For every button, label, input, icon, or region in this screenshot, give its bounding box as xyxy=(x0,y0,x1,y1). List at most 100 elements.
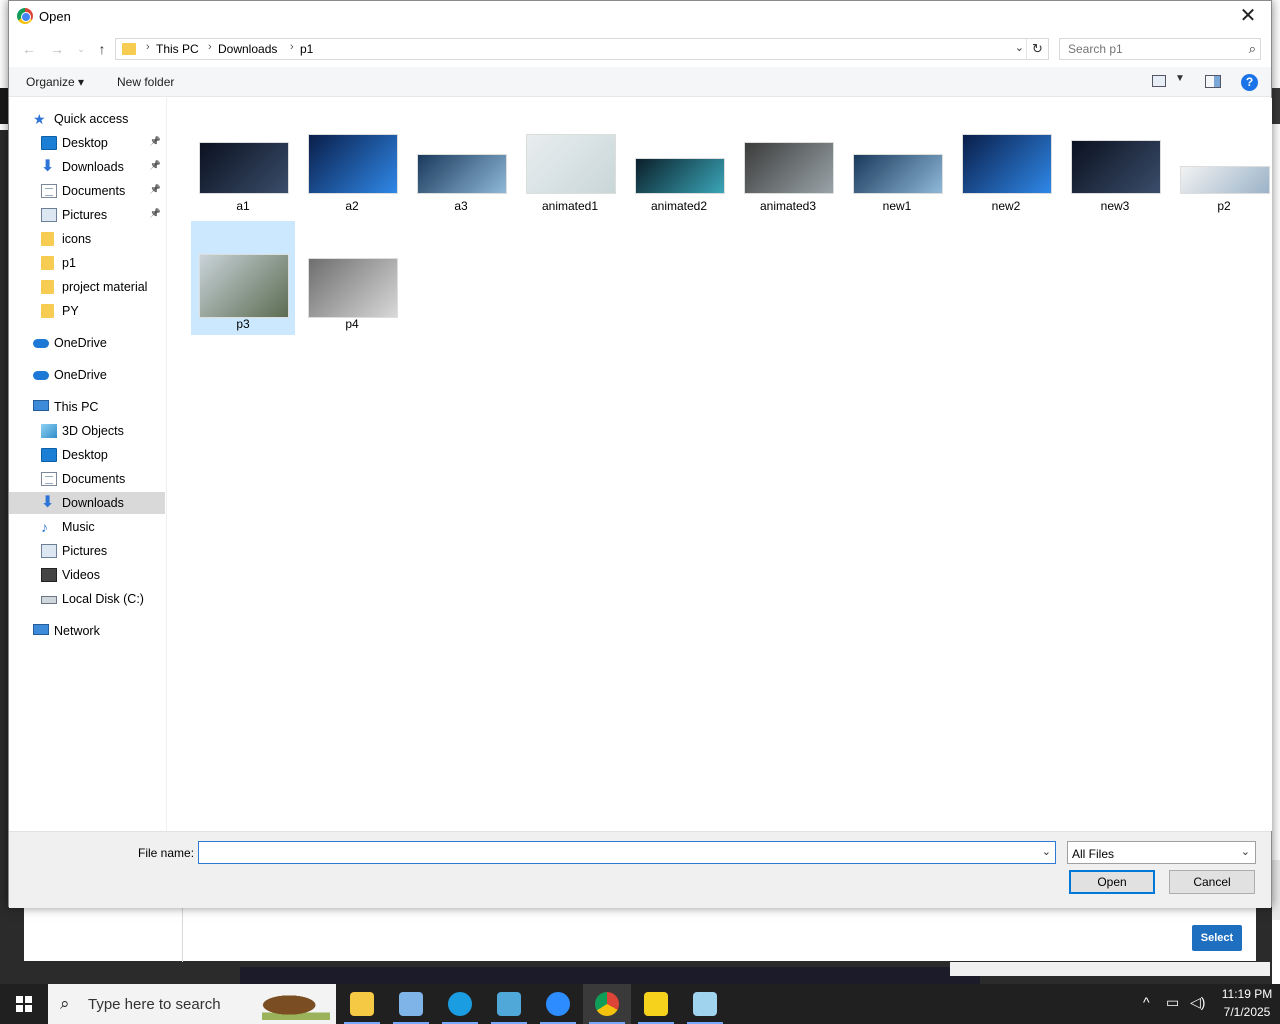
sidebar-item-quick-access[interactable]: ★ Quick access xyxy=(9,108,165,130)
file-name-input[interactable] xyxy=(199,842,1029,863)
breadcrumb-p1[interactable]: p1 xyxy=(300,42,313,56)
preview-pane-icon[interactable] xyxy=(1205,75,1221,88)
file-item-a2[interactable]: a2 xyxy=(300,103,404,217)
sidebar-item-label: p1 xyxy=(62,256,76,270)
file-name-combo[interactable]: ⌄ xyxy=(198,841,1056,864)
folder-icon xyxy=(41,256,54,270)
sidebar-item-downloads[interactable]: ⬇ Downloads 📌 xyxy=(9,156,165,178)
background-app-bar-light xyxy=(950,962,1270,976)
sidebar-item-label: This PC xyxy=(54,400,99,414)
desktop-icon xyxy=(41,136,57,150)
back-arrow-icon[interactable]: ← xyxy=(19,39,39,59)
file-name: animated1 xyxy=(541,199,599,213)
file-thumbnail xyxy=(417,154,507,194)
sidebar-item-py[interactable]: PY xyxy=(9,300,165,322)
network-icon[interactable]: ▭ xyxy=(1166,994,1179,1011)
clock-date[interactable]: 7/1/2025 xyxy=(1219,1005,1275,1019)
sidebar-item-videos[interactable]: Videos xyxy=(9,564,165,586)
file-thumbnail xyxy=(1071,140,1161,194)
sidebar-item-p1[interactable]: p1 xyxy=(9,252,165,274)
chevron-down-icon[interactable]: ⌄ xyxy=(1042,845,1051,858)
search-input[interactable] xyxy=(1060,39,1235,59)
dialog-title: Open xyxy=(39,9,71,24)
file-name: new2 xyxy=(991,199,1021,213)
recent-locations-icon[interactable]: ⌄ xyxy=(71,39,91,59)
sidebar-item-label: icons xyxy=(62,232,92,246)
file-item-animated1[interactable]: animated1 xyxy=(518,103,622,217)
sidebar-item-pictures[interactable]: Pictures xyxy=(9,540,165,562)
file-thumbnail xyxy=(199,142,289,194)
volume-icon[interactable]: ◁) xyxy=(1190,994,1205,1011)
folder-icon xyxy=(41,232,54,246)
sidebar-item-onedrive[interactable]: OneDrive xyxy=(9,364,165,386)
sidebar-item-desktop[interactable]: Desktop 📌 xyxy=(9,132,165,154)
taskbar: ⌕ Type here to search ^ ▭ ◁) 11:19 PM 7/… xyxy=(0,984,1280,1024)
sidebar-item-icons[interactable]: icons xyxy=(9,228,165,250)
file-thumbnail xyxy=(308,134,398,194)
organize-button[interactable]: Organize ▾ xyxy=(26,75,84,89)
file-item-animated3[interactable]: animated3 xyxy=(736,103,840,217)
sidebar-item-documents[interactable]: Documents 📌 xyxy=(9,180,165,202)
sidebar-item-local-disk-c[interactable]: Local Disk (C:) xyxy=(9,588,165,610)
help-icon[interactable]: ? xyxy=(1241,74,1258,91)
file-item-a3[interactable]: a3 xyxy=(409,103,513,217)
file-type-filter[interactable]: All Files ⌄ xyxy=(1067,841,1256,864)
close-button[interactable]: ✕ xyxy=(1225,1,1271,32)
file-item-new3[interactable]: new3 xyxy=(1063,103,1167,217)
address-bar[interactable]: › This PC › Downloads › p1 ⌄ ↻ xyxy=(115,38,1049,60)
file-name: p4 xyxy=(345,317,359,331)
file-item-animated2[interactable]: animated2 xyxy=(627,103,731,217)
sidebar-item-project-material[interactable]: project material xyxy=(9,276,165,298)
star-icon: ★ xyxy=(33,111,46,127)
pin-icon: 📌 xyxy=(149,160,161,170)
file-thumbnail xyxy=(308,258,398,318)
forward-arrow-icon[interactable]: → xyxy=(47,39,67,59)
sidebar-item-network[interactable]: Network xyxy=(9,620,165,642)
sidebar-item-downloads[interactable]: ⬇ Downloads xyxy=(9,492,165,514)
change-view-icon[interactable] xyxy=(1152,75,1166,87)
refresh-icon[interactable]: ↻ xyxy=(1026,39,1048,59)
command-bar: Organize ▾ New folder ▼ ? xyxy=(9,67,1271,97)
cancel-button[interactable]: Cancel xyxy=(1169,870,1255,894)
clock-time[interactable]: 11:19 PM xyxy=(1219,987,1275,1001)
file-name: a1 xyxy=(236,199,250,213)
file-item-p2[interactable]: p2 xyxy=(1172,103,1276,217)
select-button[interactable]: Select xyxy=(1192,925,1242,951)
file-item-new2[interactable]: new2 xyxy=(954,103,1058,217)
file-thumbnail xyxy=(1180,166,1270,194)
sidebar-item-pictures[interactable]: Pictures 📌 xyxy=(9,204,165,226)
breadcrumb-this-pc[interactable]: This PC xyxy=(156,42,199,56)
search-icon: ⌕ xyxy=(1248,41,1256,56)
file-item-p3[interactable]: p3 xyxy=(191,221,295,335)
sidebar-item-label: Documents xyxy=(62,184,126,198)
view-options-chevron-icon[interactable]: ▼ xyxy=(1175,73,1185,84)
chevron-down-icon[interactable]: ⌄ xyxy=(1015,41,1024,54)
sidebar-item-label: Quick access xyxy=(54,112,129,126)
document-icon xyxy=(41,472,57,486)
open-button[interactable]: Open xyxy=(1069,870,1155,894)
sidebar-item-label: Downloads xyxy=(62,496,124,510)
computer-icon xyxy=(33,400,49,411)
network-icon xyxy=(33,624,49,635)
search-box[interactable]: ⌕ xyxy=(1059,38,1261,60)
file-item-a1[interactable]: a1 xyxy=(191,103,295,217)
file-item-p4[interactable]: p4 xyxy=(300,221,404,335)
sidebar-item-this-pc[interactable]: This PC xyxy=(9,396,165,418)
new-folder-button[interactable]: New folder xyxy=(117,75,174,89)
sidebar-item-documents[interactable]: Documents xyxy=(9,468,165,490)
file-name: new1 xyxy=(882,199,912,213)
sidebar-item-music[interactable]: ♪ Music xyxy=(9,516,165,538)
sidebar-item-3d-objects[interactable]: 3D Objects xyxy=(9,420,165,442)
up-arrow-icon[interactable]: ↑ xyxy=(92,39,112,59)
file-thumbnail xyxy=(199,254,289,318)
sidebar-item-label: Documents xyxy=(62,472,126,486)
desktop-icon xyxy=(41,448,57,462)
file-item-new1[interactable]: new1 xyxy=(845,103,949,217)
sidebar-item-onedrive[interactable]: OneDrive xyxy=(9,332,165,354)
breadcrumb-downloads[interactable]: Downloads xyxy=(218,42,277,56)
sidebar-item-label: Pictures xyxy=(62,208,108,222)
show-hidden-icons-icon[interactable]: ^ xyxy=(1143,994,1150,1010)
navigation-pane: ★ Quick access Desktop 📌 ⬇ Downloads 📌 Document… xyxy=(9,98,167,831)
background-app-panel: Select xyxy=(24,905,1256,962)
sidebar-item-desktop[interactable]: Desktop xyxy=(9,444,165,466)
